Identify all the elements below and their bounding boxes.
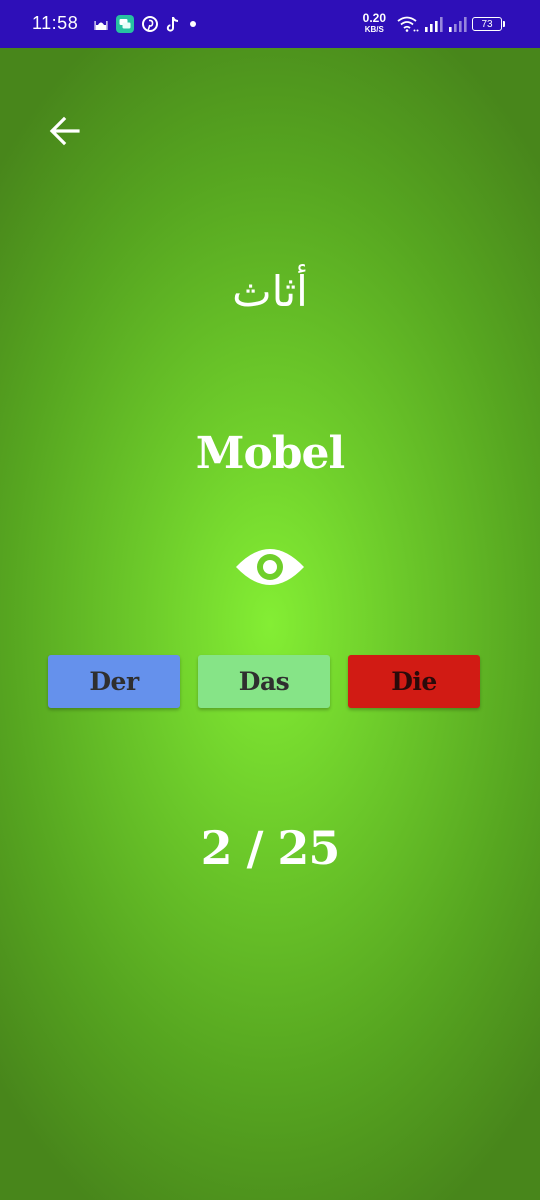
mosque-icon: [94, 18, 108, 30]
article-die-button[interactable]: Die: [348, 655, 480, 708]
wifi-icon: [396, 16, 420, 32]
article-der-button[interactable]: Der: [48, 655, 180, 708]
back-button[interactable]: [44, 110, 86, 152]
battery-icon: 73: [472, 17, 505, 31]
article-das-button[interactable]: Das: [198, 655, 330, 708]
arabic-word: أثاث: [232, 267, 308, 316]
arrow-left-icon: [49, 116, 80, 146]
status-time: 11:58: [32, 13, 79, 33]
battery-level: 73: [481, 18, 493, 30]
notification-dot-icon: [188, 19, 198, 29]
pinterest-icon: [142, 16, 158, 32]
signal-strong-icon: [424, 16, 444, 32]
signal-weak-icon: [448, 16, 468, 32]
progress-counter: 2 / 25: [200, 821, 341, 875]
german-word: Mobel: [195, 428, 346, 479]
network-speed-value: 0.20: [362, 11, 386, 25]
status-bar: 11:58 0.20 KB/S 73: [0, 0, 540, 48]
network-speed-unit: KB/S: [364, 25, 384, 34]
status-notification-icons: [94, 14, 206, 34]
status-system-icons: 0.20 KB/S 73: [362, 11, 505, 36]
quiz-screen: 11:58 0.20 KB/S 73 أثاث Mobel Der Das Di…: [0, 0, 540, 1200]
eye-icon: [236, 549, 304, 585]
reveal-button[interactable]: [234, 542, 306, 592]
tiktok-icon: [166, 16, 180, 33]
chat-app-icon: [116, 15, 134, 33]
network-speed: 0.20 KB/S: [362, 11, 386, 34]
